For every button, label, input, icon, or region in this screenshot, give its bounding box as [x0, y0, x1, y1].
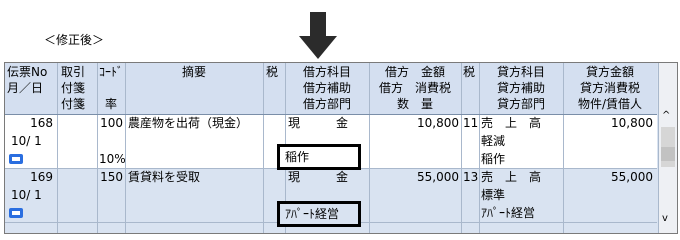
- scroll-up-icon[interactable]: ^: [662, 110, 670, 121]
- entry-credit-account[interactable]: 売 上 高: [481, 115, 541, 131]
- entry-tax-code[interactable]: 11: [463, 115, 478, 131]
- header-credit-tax: 貸方消費税: [579, 81, 640, 95]
- header-summary: 摘要: [181, 65, 206, 79]
- entry-date[interactable]: 10/ 1: [11, 187, 42, 203]
- header-credit-amount: 貸方金額: [585, 65, 634, 79]
- caption-label: ＜修正後＞: [44, 33, 105, 47]
- entry-credit-account[interactable]: 売 上 高: [481, 169, 541, 185]
- down-arrow-icon: [299, 12, 337, 59]
- memo-icon[interactable]: [9, 208, 23, 218]
- header-credit-sub: 貸方補助: [496, 81, 545, 95]
- header-rate: 率: [105, 97, 118, 111]
- entry-voucher-no[interactable]: 169: [5, 169, 53, 185]
- header-property: 物件/賃借人: [577, 97, 643, 111]
- header-credit-dept: 貸方部門: [496, 97, 545, 111]
- header-quantity: 数 量: [396, 97, 433, 111]
- header-tag2: 付箋: [61, 97, 86, 111]
- entry-credit-amount[interactable]: 55,000: [563, 169, 653, 185]
- entry-debit-amount[interactable]: 10,800: [369, 115, 459, 131]
- header-tax2: 税: [463, 65, 476, 79]
- header-debit-amount: 借方 金額: [384, 65, 445, 79]
- header-trade: 取引: [61, 65, 86, 79]
- entry-debit-account[interactable]: 現 金: [288, 115, 366, 131]
- entry-debit-amount[interactable]: 55,000: [369, 169, 459, 185]
- header-tax: 税: [266, 65, 279, 79]
- header-debit-sub: 借方補助: [302, 81, 351, 95]
- header-code: ｺｰﾄﾞ: [99, 65, 124, 79]
- entry-code[interactable]: 100: [97, 115, 123, 131]
- header-tag: 付箋: [61, 81, 86, 95]
- entry-tax-code[interactable]: 13: [463, 169, 478, 185]
- entry-debit-account[interactable]: 現 金: [288, 169, 366, 185]
- entry-credit-amount[interactable]: 10,800: [563, 115, 653, 131]
- entry-date[interactable]: 10/ 1: [11, 133, 42, 149]
- entry-credit-sub[interactable]: 標準: [481, 187, 505, 203]
- header-debit-tax: 借方 消費税: [378, 81, 451, 95]
- entry-debit-dept[interactable]: ｱﾊﾟｰﾄ経営: [285, 206, 339, 222]
- scroll-down-icon[interactable]: v: [662, 213, 668, 224]
- entry-rate[interactable]: 10%: [99, 151, 126, 167]
- entry-summary[interactable]: 賃貸料を受取: [128, 169, 200, 185]
- entry-credit-dept[interactable]: 稲作: [481, 151, 505, 167]
- entry-credit-dept[interactable]: ｱﾊﾟｰﾄ経営: [481, 205, 535, 221]
- journal-ledger-table: 伝票No 取引 ｺｰﾄﾞ 摘要 税 借方科目 借方 金額 税 貸方科目 貸方金額…: [4, 62, 678, 234]
- entry-code[interactable]: 150: [97, 169, 123, 185]
- header-voucher-no: 伝票No: [7, 65, 48, 79]
- header-debit-account: 借方科目: [302, 65, 351, 79]
- vertical-scrollbar[interactable]: ^ v: [658, 63, 677, 233]
- entry-voucher-no[interactable]: 168: [5, 115, 53, 131]
- scroll-thumb[interactable]: [661, 147, 675, 161]
- entry-debit-dept[interactable]: 稲作: [285, 149, 309, 165]
- header-date: 月／日: [7, 81, 44, 95]
- header-credit-account: 貸方科目: [496, 65, 545, 79]
- entry-summary[interactable]: 農産物を出荷（現金）: [128, 115, 248, 131]
- memo-icon[interactable]: [9, 154, 23, 164]
- header-debit-dept: 借方部門: [302, 97, 351, 111]
- entry-credit-sub[interactable]: 軽減: [481, 133, 505, 149]
